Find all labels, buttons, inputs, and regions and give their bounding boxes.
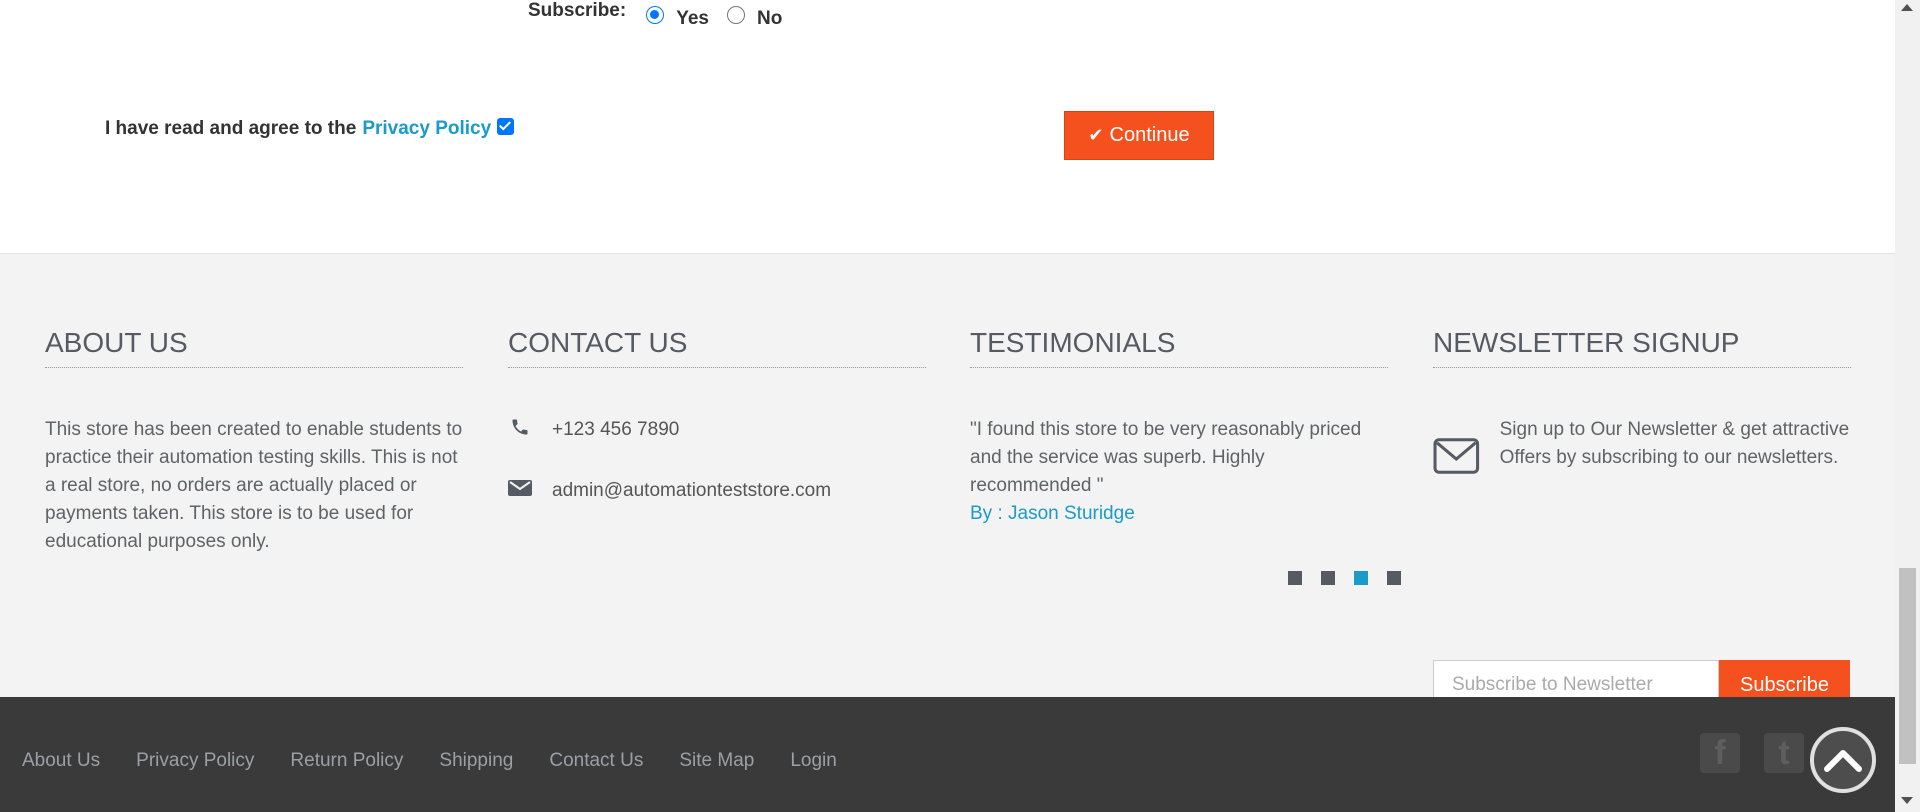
newsletter-column: NEWSLETTER SIGNUP Sign up to Our Newslet…: [1433, 327, 1851, 710]
footer-link-privacy-policy[interactable]: Privacy Policy: [136, 750, 254, 772]
subscribe-label: Subscribe:: [528, 0, 627, 21]
testimonial-author: By : Jason Sturidge: [970, 503, 1135, 524]
footer-links: About Us Privacy Policy Return Policy Sh…: [22, 750, 837, 772]
scroll-down-arrow-icon[interactable]: [1901, 797, 1913, 804]
phone-number: +123 456 7890: [552, 419, 680, 440]
facebook-icon[interactable]: f: [1700, 733, 1740, 773]
scrollbar-thumb[interactable]: [1899, 568, 1916, 764]
phone-icon: [508, 417, 532, 443]
privacy-agreement-row: I have read and agree to the Privacy Pol…: [105, 118, 515, 140]
testimonial-dot-2[interactable]: [1321, 571, 1335, 585]
continue-button[interactable]: ✔ Continue: [1064, 111, 1214, 160]
footer-link-site-map[interactable]: Site Map: [679, 750, 754, 772]
testimonial-dot-4[interactable]: [1387, 571, 1401, 585]
agree-checkbox[interactable]: [497, 118, 515, 135]
account-form-section: Subscribe: Yes No I have read and agree …: [0, 0, 1895, 253]
footer-bottom-bar: About Us Privacy Policy Return Policy Sh…: [0, 697, 1895, 812]
subscribe-no-label[interactable]: No: [757, 8, 782, 30]
contact-phone: +123 456 7890: [508, 416, 926, 444]
testimonial-dot-3[interactable]: [1354, 571, 1368, 585]
agree-text: I have read and agree to the: [105, 118, 357, 139]
email-address[interactable]: admin@automationteststore.com: [552, 480, 831, 502]
privacy-policy-link[interactable]: Privacy Policy: [362, 118, 491, 140]
mail-icon: [508, 478, 532, 504]
envelope-icon: [1433, 438, 1480, 474]
subscribe-yes-radio[interactable]: [646, 6, 665, 24]
scroll-up-arrow-icon[interactable]: [1901, 4, 1913, 11]
footer-link-about-us[interactable]: About Us: [22, 750, 100, 772]
testimonials-title: TESTIMONIALS: [970, 327, 1388, 368]
about-us-column: ABOUT US This store has been created to …: [45, 327, 463, 556]
newsletter-text: Sign up to Our Newsletter & get attracti…: [1499, 419, 1850, 468]
twitter-icon[interactable]: t: [1764, 733, 1804, 773]
page-scrollbar[interactable]: [1895, 0, 1920, 812]
footer-link-shipping[interactable]: Shipping: [439, 750, 513, 772]
footer-link-return-policy[interactable]: Return Policy: [290, 750, 403, 772]
testimonial-text: "I found this store to be very reasonabl…: [970, 419, 1362, 496]
about-us-text: This store has been created to enable st…: [45, 419, 463, 552]
subscribe-no-radio[interactable]: [726, 6, 745, 24]
continue-label: Continue: [1109, 124, 1190, 146]
footer-info-section: ABOUT US This store has been created to …: [0, 253, 1895, 710]
chevron-up-icon: [1824, 750, 1862, 772]
newsletter-title: NEWSLETTER SIGNUP: [1433, 327, 1851, 368]
subscribe-yes-option[interactable]: Yes: [646, 4, 709, 29]
testimonial-pagination: [1288, 571, 1401, 585]
about-us-title: ABOUT US: [45, 327, 463, 368]
subscribe-no-option[interactable]: No: [726, 4, 782, 29]
subscribe-yes-label[interactable]: Yes: [676, 8, 709, 30]
subscribe-row: Subscribe: Yes No: [528, 0, 800, 30]
contact-us-title: CONTACT US: [508, 327, 926, 368]
testimonial-dot-1[interactable]: [1288, 571, 1302, 585]
footer-link-contact-us[interactable]: Contact Us: [549, 750, 643, 772]
footer-link-login[interactable]: Login: [790, 750, 837, 772]
testimonial-quote: "I found this store to be very reasonabl…: [970, 416, 1388, 528]
contact-us-column: CONTACT US +123 456 7890 admin@automatio…: [508, 327, 926, 505]
testimonials-column: TESTIMONIALS "I found this store to be v…: [970, 327, 1388, 528]
check-icon: ✔: [1088, 125, 1104, 145]
contact-email: admin@automationteststore.com: [508, 477, 926, 505]
scroll-to-top-button[interactable]: [1810, 727, 1876, 793]
